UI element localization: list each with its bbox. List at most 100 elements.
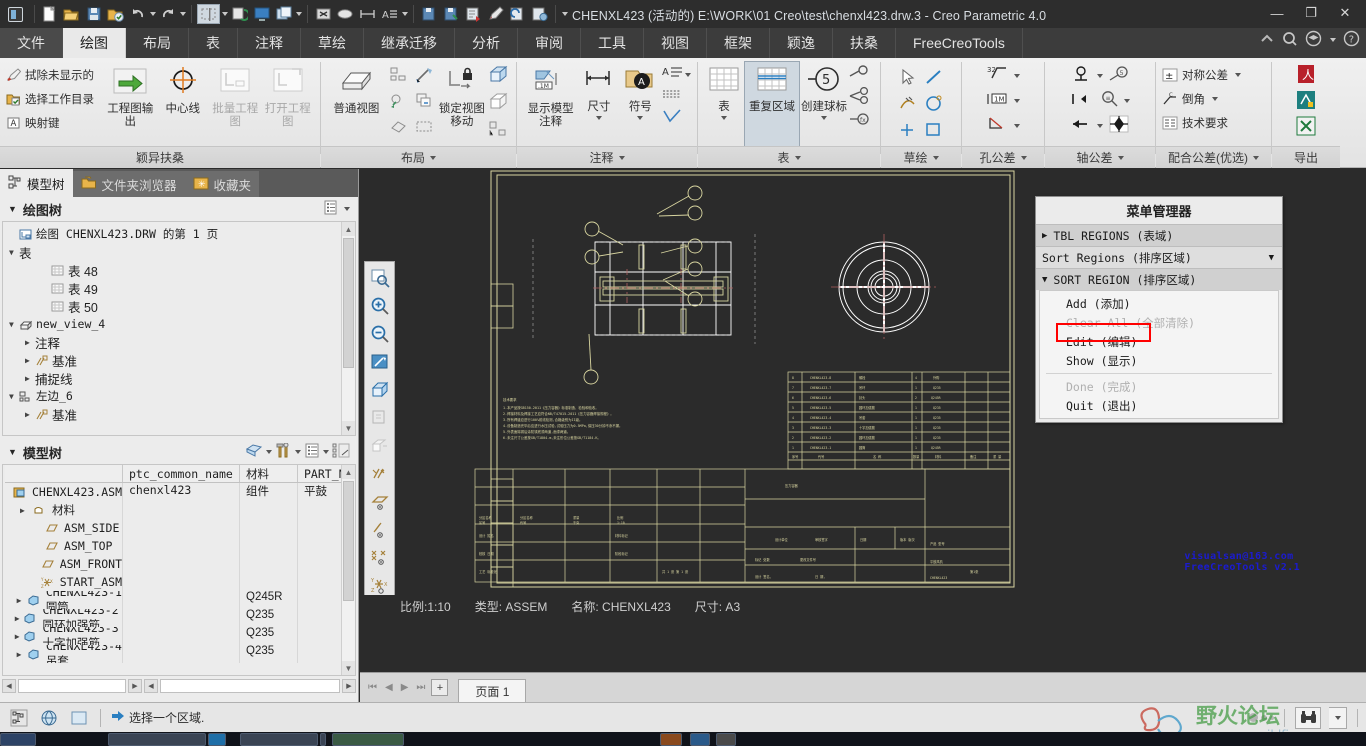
taskbar-item-8[interactable]	[716, 733, 736, 746]
tree-expander[interactable]: ▶	[25, 410, 35, 419]
drawing-tree-row[interactable]: ▶ 捕捉线	[9, 369, 355, 387]
hole-dim-icon[interactable]: 1M	[986, 90, 1010, 111]
hole-dim-caret[interactable]	[1014, 98, 1020, 103]
chamfer-dim-caret[interactable]	[1014, 123, 1020, 128]
copy-icon[interactable]	[419, 3, 440, 25]
app-icon[interactable]	[0, 0, 30, 28]
tab-analysis[interactable]: 分析	[455, 28, 518, 58]
mt-scroll-up-arrow[interactable]: ▲	[342, 465, 355, 479]
leader-arrow-icon[interactable]	[1070, 115, 1092, 136]
new-file-icon[interactable]	[39, 3, 60, 25]
model-tree-row[interactable]: Y Z X START_ASM	[5, 573, 353, 591]
open-folder-icon[interactable]	[61, 3, 82, 25]
ribbon-group-title-annotate[interactable]: 注释	[517, 146, 697, 168]
page-tab-1[interactable]: 页面 1	[458, 678, 527, 703]
ribbon-group-title-layout[interactable]: 布局	[321, 146, 516, 168]
tree-expander[interactable]: ▼	[9, 392, 19, 401]
edge-display-icon[interactable]	[486, 91, 510, 116]
tree-expander[interactable]: ▶	[25, 338, 35, 347]
scroll-thumb[interactable]	[343, 238, 354, 368]
taskbar-item-4[interactable]	[320, 733, 326, 746]
tab-drawing[interactable]: 绘图	[63, 28, 126, 58]
undo-dropdown-caret[interactable]	[150, 12, 156, 16]
balloon-multi-icon[interactable]	[848, 86, 870, 108]
tools-icon[interactable]	[275, 442, 292, 461]
drawing-tree-row[interactable]: 绘图 CHENXL423.DRW 的第 1 页	[9, 225, 355, 243]
model-tree-row[interactable]: ▶ CHENXL423-3 十字加强筋 Q235	[5, 627, 353, 645]
taskbar-item-6[interactable]	[660, 733, 682, 746]
column-header-name[interactable]	[5, 465, 123, 482]
drawing-tree-row[interactable]: 表 48	[9, 261, 355, 279]
tab-yingyi[interactable]: 颖逸	[770, 28, 833, 58]
minimize-button[interactable]: —	[1260, 0, 1294, 26]
ribbon-item-open-drawing[interactable]: 打开工程图	[262, 61, 315, 129]
chamfer-caret[interactable]	[1212, 97, 1218, 101]
menu-section-sort-regions[interactable]: Sort Regions (排序区域) ▼	[1036, 246, 1282, 268]
detailed-view-icon[interactable]	[415, 66, 435, 87]
measure-icon[interactable]	[357, 3, 378, 25]
taskbar-start-button[interactable]	[0, 733, 36, 746]
display-style-icon[interactable]	[367, 377, 393, 403]
selection-dropdown-caret[interactable]	[222, 12, 228, 16]
model-tree-row[interactable]: ▶ CHENXL423-4 吊套 Q235	[5, 645, 353, 663]
close-button[interactable]: ✕	[1328, 0, 1362, 26]
zoom-fit-icon[interactable]	[367, 265, 393, 291]
menu-manager-dialog[interactable]: 菜单管理器 ▶ TBL REGIONS (表域) Sort Regions (排…	[1035, 196, 1283, 423]
drawing-tree-row[interactable]: ▼ 左边_6	[9, 387, 355, 405]
page-next-button[interactable]: ▶	[399, 682, 411, 693]
menu-section-sort-region[interactable]: ▼ SORT REGION (排序区域)	[1036, 268, 1282, 290]
ribbon-item-centerline[interactable]: 中心线	[157, 61, 210, 116]
mt-scroll-thumb[interactable]	[343, 481, 354, 601]
page-prev-button[interactable]: ◀	[383, 682, 395, 693]
tree-expander[interactable]: ▶	[17, 596, 24, 605]
window-preview-icon[interactable]	[68, 707, 90, 729]
taskbar-item-7[interactable]	[690, 733, 710, 746]
line-icon[interactable]	[924, 67, 944, 90]
save-as-icon[interactable]	[105, 3, 126, 25]
hscroll-track-1[interactable]	[18, 679, 126, 693]
ribbon-item-table[interactable]: 表	[704, 61, 744, 120]
hscroll-left-1[interactable]: ◀	[2, 679, 16, 693]
ribbon-item-select-working-dir[interactable]: 选择工作目录	[6, 87, 104, 111]
datum-axis-icon[interactable]	[1108, 115, 1130, 136]
save-icon[interactable]	[83, 3, 104, 25]
auxiliary-view-icon[interactable]	[389, 92, 409, 113]
add-page-button[interactable]: +	[431, 679, 449, 696]
search-icon[interactable]	[1282, 31, 1298, 50]
drawing-tree-header[interactable]: ▼ 绘图树	[0, 197, 358, 221]
model-tree-row[interactable]: ASM_SIDE	[5, 519, 353, 537]
model-tree-row[interactable]: ASM_FRONT	[5, 555, 353, 573]
rectangle-icon[interactable]	[924, 119, 944, 142]
tab-inherit-migrate[interactable]: 继承迁移	[364, 28, 455, 58]
taskbar-item-2[interactable]	[208, 733, 226, 746]
tab-view[interactable]: 视图	[644, 28, 707, 58]
tree-expander[interactable]: ▶	[15, 614, 21, 623]
learning-dropdown-caret[interactable]	[1330, 38, 1336, 42]
tree-settings-icon[interactable]	[323, 200, 338, 218]
globe-icon[interactable]	[38, 707, 60, 729]
collapse-triangle-icon[interactable]: ▼	[8, 204, 17, 214]
balloon-ref-icon[interactable]: 5	[1108, 65, 1130, 86]
ribbon-item-general-view[interactable]: 普通视图	[327, 61, 386, 116]
window-dropdown-caret[interactable]	[296, 12, 302, 16]
copy-view-icon[interactable]	[415, 92, 435, 113]
annotate-icon[interactable]: A	[379, 3, 400, 25]
circle-icon[interactable]	[924, 93, 944, 116]
point-display-icon[interactable]	[367, 545, 393, 571]
view-manager-icon[interactable]	[367, 433, 393, 459]
restore-button[interactable]: ❐	[1294, 0, 1328, 26]
filter-icon[interactable]	[245, 443, 263, 461]
mt-scroll-down-arrow[interactable]: ▼	[342, 661, 355, 675]
selection-icon[interactable]	[197, 4, 220, 24]
ribbon-item-batch-drawing[interactable]: 批量工程图	[209, 61, 262, 129]
columns-icon[interactable]	[332, 443, 350, 461]
model-tree-row[interactable]: ▶ CHENXL423-1 圆筒 Q245R	[5, 591, 353, 609]
model-tree-header[interactable]: ▼ 模型树	[0, 440, 358, 464]
ribbon-item-symmetric-tolerance[interactable]: ± 对称公差	[1162, 63, 1265, 87]
ribbon-item-lock-view-movement[interactable]: 锁定视图移动	[438, 61, 486, 129]
display-icon[interactable]	[251, 3, 272, 25]
nav-tab-model-tree[interactable]: 模型树	[0, 169, 73, 197]
zoom-in-icon[interactable]	[367, 293, 393, 319]
taskbar-item-5[interactable]	[332, 733, 404, 746]
tree-expander[interactable]: ▼	[9, 248, 19, 257]
